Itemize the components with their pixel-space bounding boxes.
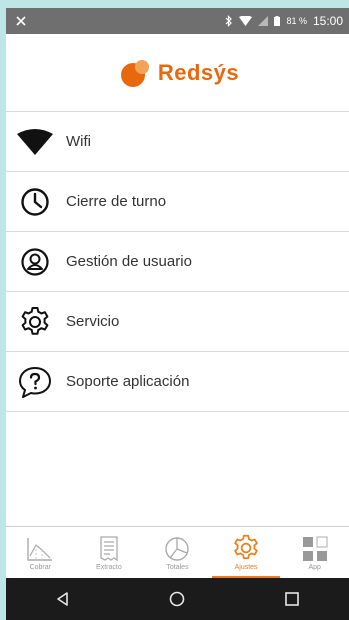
tab-label: Extracto <box>96 564 122 571</box>
home-icon[interactable] <box>168 590 186 608</box>
battery-icon <box>274 16 281 26</box>
pie-icon <box>165 537 190 561</box>
signal-icon <box>258 16 269 26</box>
bottom-tab-bar: Cobrar Extracto Totales Ajustes App <box>6 526 349 578</box>
status-bar: 81 % 15:00 <box>6 8 349 34</box>
phone-screen: 81 % 15:00 Redsýs Wifi Cierre de turno G… <box>6 8 349 620</box>
menu-item-soporte[interactable]: Soporte aplicación <box>6 352 349 412</box>
tab-label: App <box>308 564 321 571</box>
menu-item-label: Gestión de usuario <box>66 253 192 270</box>
recents-icon[interactable] <box>284 591 300 607</box>
gear-icon <box>234 534 258 560</box>
menu-item-wifi[interactable]: Wifi <box>6 112 349 172</box>
tab-label: Ajustes <box>234 564 258 571</box>
apps-icon <box>302 536 328 561</box>
menu-item-label: Wifi <box>66 133 91 150</box>
tab-label: Cobrar <box>29 564 51 571</box>
wifi-icon <box>16 123 54 161</box>
logo-text: Redsýs <box>157 59 240 85</box>
clock-time: 15:00 <box>312 14 343 28</box>
chart-icon <box>27 538 53 561</box>
menu-item-label: Cierre de turno <box>66 193 167 210</box>
menu-item-servicio[interactable]: Servicio <box>6 292 349 352</box>
menu-item-label: Soporte aplicación <box>66 373 190 390</box>
bluetooth-icon <box>226 15 233 27</box>
battery-percent: 81 % <box>286 16 307 26</box>
receipt-icon <box>100 536 118 562</box>
wifi-status-icon <box>239 16 253 26</box>
tab-app[interactable]: App <box>280 527 349 578</box>
menu-item-gestion-usuario[interactable]: Gestión de usuario <box>6 232 349 292</box>
help-icon <box>16 363 54 401</box>
tab-totales[interactable]: Totales <box>143 527 212 578</box>
redsys-logo: Redsýs <box>116 58 239 88</box>
tab-cobrar[interactable]: Cobrar <box>6 527 75 578</box>
tab-extracto[interactable]: Extracto <box>75 527 144 578</box>
menu-item-cierre-turno[interactable]: Cierre de turno <box>6 172 349 232</box>
back-icon[interactable] <box>55 591 71 607</box>
android-nav-bar <box>6 578 349 620</box>
tab-ajustes[interactable]: Ajustes <box>211 527 281 578</box>
logo-mark-icon <box>120 59 149 87</box>
app-header: Redsýs <box>6 34 349 112</box>
tab-label: Totales <box>166 564 189 571</box>
menu-item-label: Servicio <box>66 313 120 330</box>
user-icon <box>16 243 54 281</box>
gear-icon <box>16 303 54 341</box>
settings-menu: Wifi Cierre de turno Gestión de usuario <box>6 112 349 412</box>
notification-icon <box>16 16 26 26</box>
clock-icon <box>16 183 54 221</box>
